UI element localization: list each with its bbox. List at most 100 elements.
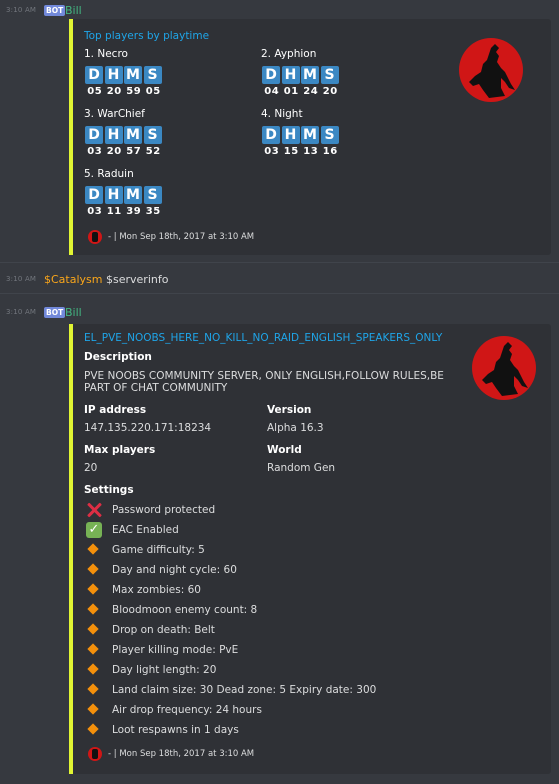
second-letter-badge: S <box>143 186 162 204</box>
embed-title[interactable]: EL_PVE_NOOBS_HERE_NO_KILL_NO_RAID_ENGLIS… <box>84 332 442 344</box>
playtime-values: 03 15 13 16 <box>262 146 340 157</box>
day-letter-badge: D <box>85 126 103 144</box>
version-value: Alpha 16.3 <box>267 422 324 434</box>
setting-item: Air drop frequency: 24 hours <box>86 702 262 718</box>
second-letter-badge: S <box>143 126 162 144</box>
message-timestamp: 3:10 AM <box>6 6 37 14</box>
setting-text: Day light length: 20 <box>112 664 217 676</box>
embed-title[interactable]: Top players by playtime <box>84 30 209 42</box>
minutes-value: 57 <box>126 146 142 157</box>
setting-text: Bloodmoon enemy count: 8 <box>112 604 258 616</box>
days-value: 03 <box>87 206 103 217</box>
playtime-badges: D H M S <box>85 186 162 204</box>
footer-zombie-icon <box>88 747 102 761</box>
orange-diamond-icon <box>86 562 102 578</box>
settings-label: Settings <box>84 484 134 496</box>
playtime-badges: D H M S <box>85 126 162 144</box>
player-name: 2. Ayphion <box>261 48 317 60</box>
setting-item: Player killing mode: PvE <box>86 642 238 658</box>
ip-address-value: 147.135.220.171:18234 <box>84 422 212 434</box>
orange-diamond-icon <box>86 642 102 658</box>
setting-item: Day and night cycle: 60 <box>86 562 237 578</box>
zombie-silhouette-icon[interactable] <box>472 336 536 400</box>
author-name[interactable]: Bill <box>65 4 82 17</box>
day-letter-badge: D <box>262 66 280 84</box>
setting-text: Air drop frequency: 24 hours <box>112 704 262 716</box>
hour-letter-badge: H <box>104 186 123 204</box>
bot-tag: BOT <box>44 307 66 318</box>
minute-letter-badge: M <box>124 66 142 84</box>
player-name: 5. Raduin <box>84 168 134 180</box>
world-value: Random Gen <box>267 462 336 474</box>
description-label: Description <box>84 351 152 363</box>
rich-embed: Top players by playtime 1. Necro D H M S… <box>69 19 551 255</box>
minutes-value: 39 <box>126 206 142 217</box>
playtime-badges: D H M S <box>85 66 162 84</box>
hour-letter-badge: H <box>281 66 300 84</box>
max-players-value: 20 <box>84 462 98 474</box>
author-name[interactable]: $Catalysm <box>44 273 103 286</box>
player-name: 4. Night <box>261 108 303 120</box>
seconds-value: 16 <box>322 146 338 157</box>
description-line-1: PVE NOOBS COMMUNITY SERVER, ONLY ENGLISH… <box>84 370 444 382</box>
description-line-2: PART OF CHAT COMMUNITY <box>84 382 228 394</box>
minute-letter-badge: M <box>301 126 319 144</box>
seconds-value: 52 <box>145 146 161 157</box>
setting-item: Game difficulty: 5 <box>86 542 205 558</box>
setting-item: Loot respawns in 1 days <box>86 722 239 738</box>
message-timestamp: 3:10 AM <box>6 308 37 316</box>
message-2: 3:10 AM $Catalysm $serverinfo <box>0 263 559 293</box>
setting-item: Day light length: 20 <box>86 662 216 678</box>
footer-zombie-icon <box>88 230 102 244</box>
hours-value: 01 <box>283 86 299 97</box>
hours-value: 15 <box>283 146 299 157</box>
second-letter-badge: S <box>320 126 339 144</box>
hour-letter-badge: H <box>281 126 300 144</box>
zombie-silhouette-icon[interactable] <box>459 38 523 102</box>
orange-diamond-icon <box>86 602 102 618</box>
embed-footer: - | Mon Sep 18th, 2017 at 3:10 AM <box>88 230 254 244</box>
footer-text: - | Mon Sep 18th, 2017 at 3:10 AM <box>108 749 255 759</box>
day-letter-badge: D <box>262 126 280 144</box>
setting-text: Player killing mode: PvE <box>112 644 239 656</box>
setting-text: Day and night cycle: 60 <box>112 564 237 576</box>
setting-item: ✓ EAC Enabled <box>86 522 179 538</box>
setting-item: Password protected <box>86 502 215 518</box>
ip-address-label: IP address <box>84 404 147 416</box>
hour-letter-badge: H <box>104 66 123 84</box>
check-mark-icon: ✓ <box>86 522 102 538</box>
hours-value: 11 <box>106 206 122 217</box>
orange-diamond-icon <box>86 722 102 738</box>
message-3: 3:10 AM BOT Bill EL_PVE_NOOBS_HERE_NO_KI… <box>0 294 559 784</box>
minute-letter-badge: M <box>124 186 142 204</box>
day-letter-badge: D <box>85 186 103 204</box>
setting-item: Max zombies: 60 <box>86 582 201 598</box>
rich-embed: EL_PVE_NOOBS_HERE_NO_KILL_NO_RAID_ENGLIS… <box>69 324 551 774</box>
orange-diamond-icon <box>86 582 102 598</box>
world-label: World <box>267 444 302 456</box>
minute-letter-badge: M <box>301 66 319 84</box>
setting-text: Max zombies: 60 <box>112 584 201 596</box>
playtime-values: 03 20 57 52 <box>85 146 163 157</box>
bot-tag: BOT <box>44 5 66 16</box>
second-letter-badge: S <box>320 66 339 84</box>
version-label: Version <box>267 404 312 416</box>
hours-value: 20 <box>106 146 122 157</box>
days-value: 04 <box>264 86 280 97</box>
orange-diamond-icon <box>86 662 102 678</box>
setting-item: Land claim size: 30 Dead zone: 5 Expiry … <box>86 682 376 698</box>
day-letter-badge: D <box>85 66 103 84</box>
orange-diamond-icon <box>86 622 102 638</box>
setting-item: Bloodmoon enemy count: 8 <box>86 602 257 618</box>
minutes-value: 13 <box>303 146 319 157</box>
minutes-value: 59 <box>126 86 142 97</box>
days-value: 03 <box>87 146 103 157</box>
hours-value: 20 <box>106 86 122 97</box>
hour-letter-badge: H <box>104 126 123 144</box>
playtime-values: 04 01 24 20 <box>262 86 340 97</box>
embed-footer: - | Mon Sep 18th, 2017 at 3:10 AM <box>88 747 254 761</box>
setting-text: Land claim size: 30 Dead zone: 5 Expiry … <box>112 684 377 696</box>
playtime-values: 05 20 59 05 <box>85 86 163 97</box>
author-name[interactable]: Bill <box>65 306 82 319</box>
orange-diamond-icon <box>86 542 102 558</box>
